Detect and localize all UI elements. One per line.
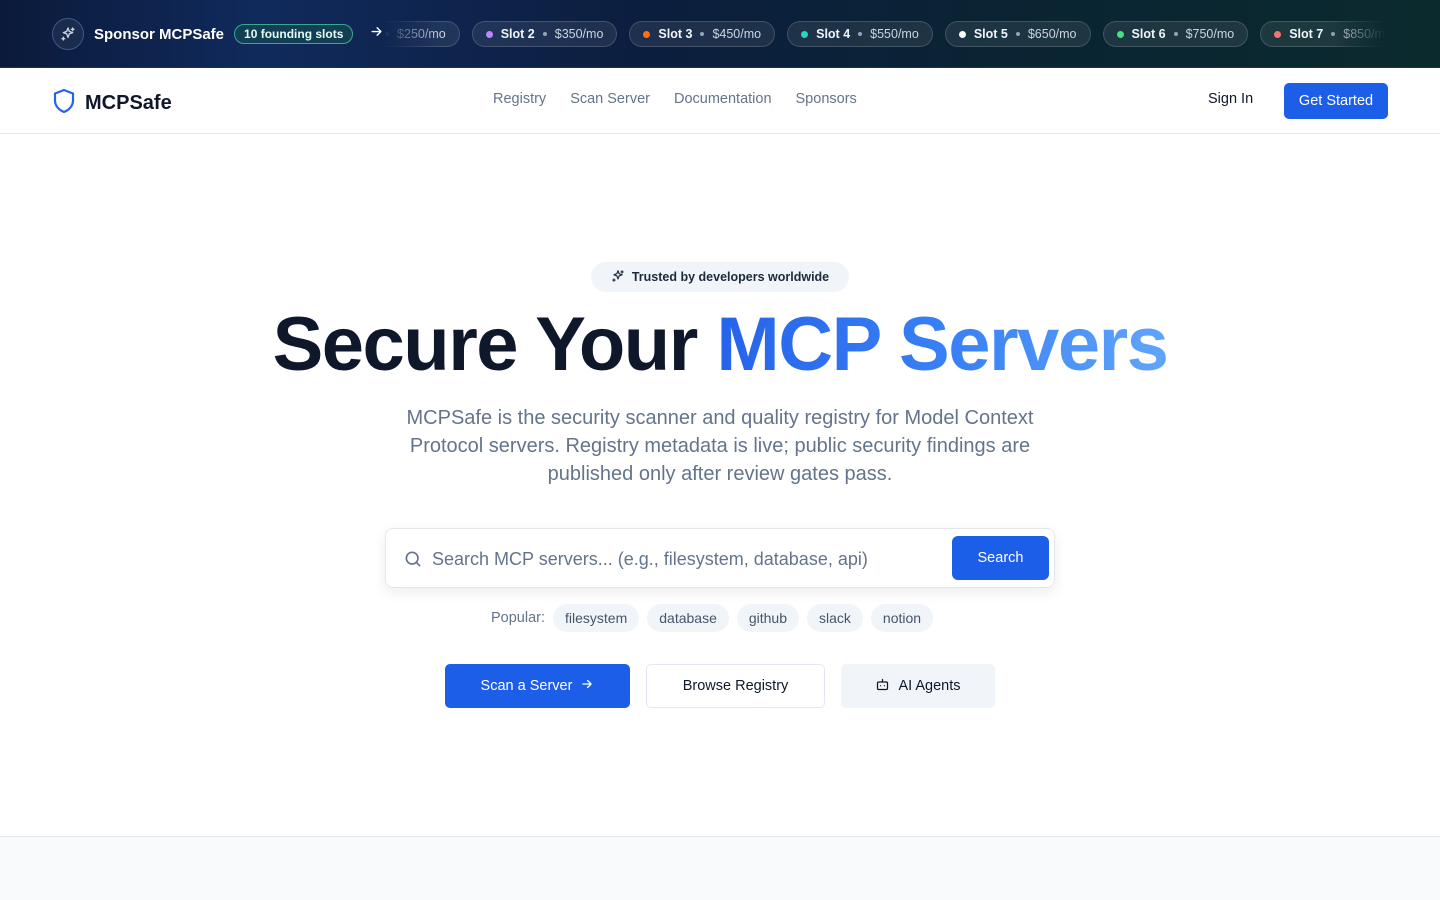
- popular-tag-notion[interactable]: notion: [870, 604, 934, 632]
- sponsor-slot-pill[interactable]: Slot 6 $750/mo: [1102, 21, 1249, 47]
- trust-badge: Trusted by developers worldwide: [591, 262, 849, 292]
- hero-subtitle: MCPSafe is the security scanner and qual…: [406, 407, 1034, 485]
- next-section-band: [0, 836, 1440, 900]
- popular-label: Popular:: [491, 610, 546, 626]
- slot-name: Slot 5: [973, 27, 1008, 41]
- site-header: MCPSafe Registry Scan Server Documentati…: [0, 68, 1440, 134]
- sparkle-icon: [611, 269, 625, 286]
- slot-separator-dot: [385, 32, 390, 36]
- founding-slots-badge: 10 founding slots: [234, 24, 354, 44]
- slot-name: Slot 4: [816, 27, 851, 41]
- slot-separator-dot: [1173, 32, 1178, 36]
- bot-icon: [875, 677, 890, 696]
- hero-title-accent: MCP Servers: [716, 302, 1169, 387]
- search-input[interactable]: [432, 539, 942, 579]
- sponsor-title: Sponsor MCPSafe: [94, 25, 225, 43]
- hero-title-main: Secure Your: [272, 302, 717, 387]
- popular-tag-database[interactable]: database: [647, 604, 729, 632]
- slot-separator-dot: [1015, 32, 1020, 36]
- slot-name: Slot 6: [1131, 27, 1166, 41]
- sponsor-slot-pill[interactable]: Slot 3 $450/mo: [629, 21, 776, 47]
- slot-price: $250/mo: [397, 27, 446, 41]
- slot-status-dot: [1116, 30, 1124, 38]
- slot-price: $650/mo: [1027, 27, 1077, 41]
- sparkle-icon: [52, 18, 84, 50]
- nav-link-documentation[interactable]: Documentation: [674, 91, 772, 107]
- browse-registry-button[interactable]: Browse Registry: [646, 664, 825, 708]
- scan-server-button[interactable]: Scan a Server: [445, 664, 630, 708]
- sponsor-slot-marquee: Slot 1$250/moSlot 2$350/moSlot 3$450/moS…: [381, 12, 1386, 56]
- sponsor-slot-pill[interactable]: Slot 1$250/mo: [381, 21, 460, 47]
- popular-tag-filesystem[interactable]: filesystem: [553, 604, 640, 632]
- hero-title: Secure Your MCP Servers: [0, 302, 1440, 388]
- arrow-right-icon: [580, 677, 594, 695]
- slot-separator-dot: [700, 32, 705, 36]
- slot-separator-dot: [542, 32, 547, 36]
- sponsor-slot-row: Slot 1$250/moSlot 2$350/moSlot 3$450/moS…: [381, 21, 1386, 47]
- slot-status-dot: [801, 30, 809, 38]
- slot-price: $850/mo: [1343, 27, 1386, 41]
- search-button[interactable]: Search: [952, 536, 1049, 580]
- nav-link-registry[interactable]: Registry: [493, 91, 546, 107]
- ai-agents-label: AI Agents: [898, 678, 961, 694]
- sponsor-slot-pill[interactable]: Slot 2 $350/mo: [471, 21, 618, 47]
- slot-status-dot: [1274, 30, 1282, 38]
- scan-server-label: Scan a Server: [480, 678, 573, 694]
- brand-logo[interactable]: MCPSafe: [52, 88, 172, 119]
- search-box: Search: [385, 528, 1055, 588]
- slot-separator-dot: [858, 32, 863, 36]
- popular-tag-github[interactable]: github: [736, 604, 800, 632]
- sponsor-slot-pill[interactable]: Slot 5 $650/mo: [944, 21, 1091, 47]
- shield-icon: [52, 88, 76, 119]
- search-icon: [403, 549, 423, 574]
- slot-status-dot: [958, 30, 966, 38]
- slot-price: $450/mo: [712, 27, 762, 41]
- sponsor-bar: Sponsor MCPSafe 10 founding slots Slot 1…: [0, 0, 1440, 68]
- popular-searches: Popular: filesystem database github slac…: [491, 604, 934, 632]
- sponsor-cta[interactable]: Sponsor MCPSafe 10 founding slots: [52, 17, 384, 51]
- trust-badge-label: Trusted by developers worldwide: [631, 270, 830, 284]
- slot-name: Slot 7: [1289, 27, 1324, 41]
- slot-status-dot: [643, 30, 651, 38]
- sign-in-link[interactable]: Sign In: [1208, 91, 1253, 107]
- slot-price: $550/mo: [870, 27, 919, 41]
- sponsor-slot-pill[interactable]: Slot 7 $850/mo: [1260, 21, 1386, 47]
- slot-separator-dot: [1331, 32, 1336, 36]
- ai-agents-button[interactable]: AI Agents: [841, 664, 995, 708]
- slot-name: Slot 3: [658, 27, 693, 41]
- slot-price: $350/mo: [554, 27, 604, 41]
- slot-price: $750/mo: [1185, 27, 1235, 41]
- slot-name: Slot 2: [500, 27, 535, 41]
- nav-link-scan-server[interactable]: Scan Server: [570, 91, 650, 107]
- slot-status-dot: [485, 30, 493, 38]
- main-nav: Registry Scan Server Documentation Spons…: [493, 91, 857, 107]
- sponsor-slot-pill[interactable]: Slot 4 $550/mo: [787, 21, 933, 47]
- brand-name: MCPSafe: [85, 92, 172, 114]
- popular-tag-slack[interactable]: slack: [807, 604, 863, 632]
- get-started-button[interactable]: Get Started: [1284, 83, 1388, 119]
- nav-link-sponsors[interactable]: Sponsors: [796, 91, 857, 107]
